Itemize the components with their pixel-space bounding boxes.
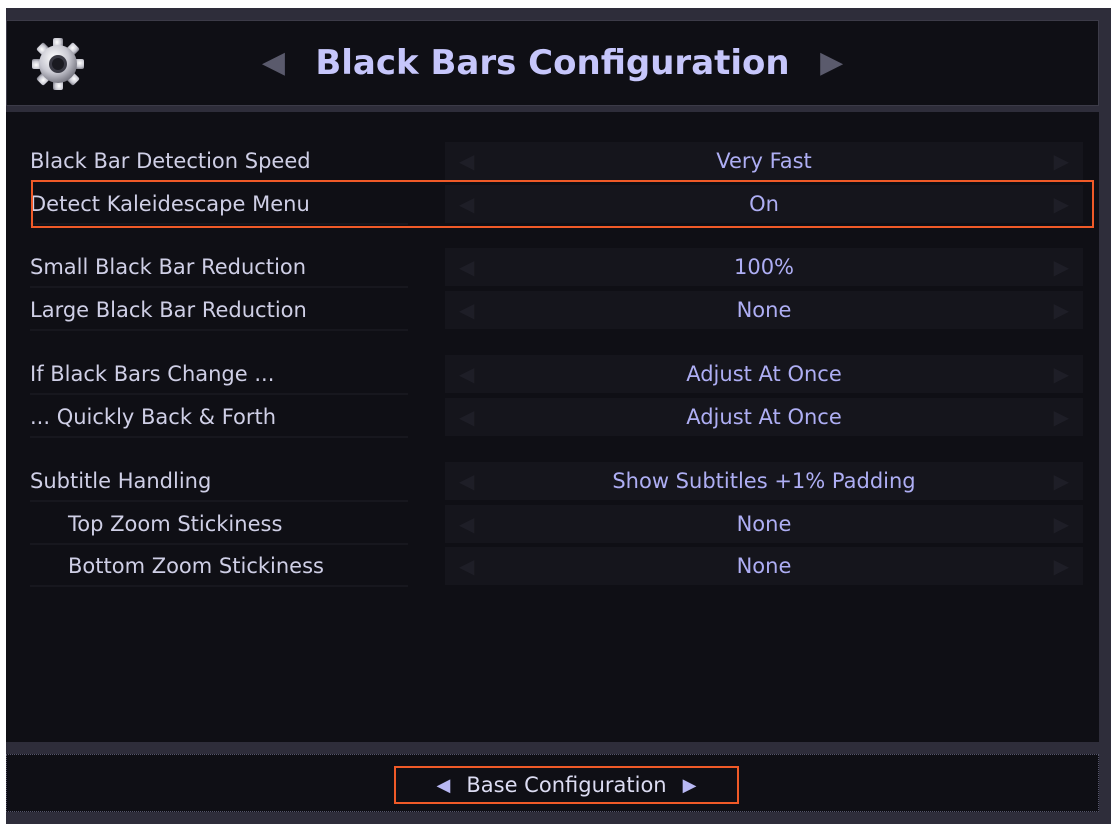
value-next-arrow-icon[interactable]: ▶ <box>1054 185 1069 223</box>
setting-label: Bottom Zoom Stickiness <box>30 547 408 587</box>
footer-prev-arrow-icon[interactable]: ◀ <box>437 775 451 796</box>
setting-label: Subtitle Handling <box>30 462 408 502</box>
title-row: ◀ Black Bars Configuration ▶ <box>7 21 1098 105</box>
setting-value-selector[interactable]: ◀ Show Subtitles +1% Padding ▶ <box>445 462 1083 500</box>
value-next-arrow-icon[interactable]: ▶ <box>1054 398 1069 436</box>
setting-value: 100% <box>733 255 795 279</box>
setting-row-subtitle-handling[interactable]: Subtitle Handling ◀ Show Subtitles +1% P… <box>6 462 1099 502</box>
setting-value-selector[interactable]: ◀ None ▶ <box>445 291 1083 329</box>
setting-row-detect-kaleidescape-menu[interactable]: Detect Kaleidescape Menu ◀ On ▶ <box>6 185 1099 225</box>
title-next-arrow-icon[interactable]: ▶ <box>812 48 852 78</box>
setting-value: Show Subtitles +1% Padding <box>612 469 916 493</box>
value-next-arrow-icon[interactable]: ▶ <box>1054 291 1069 329</box>
value-prev-arrow-icon[interactable]: ◀ <box>459 505 474 543</box>
title-prev-arrow-icon[interactable]: ◀ <box>253 48 293 78</box>
setting-value: On <box>749 192 779 216</box>
setting-label: Small Black Bar Reduction <box>30 248 408 288</box>
setting-label: Top Zoom Stickiness <box>30 505 408 545</box>
value-prev-arrow-icon[interactable]: ◀ <box>459 462 474 500</box>
setting-value: Adjust At Once <box>686 362 842 386</box>
value-next-arrow-icon[interactable]: ▶ <box>1054 505 1069 543</box>
header-bar: ◀ Black Bars Configuration ▶ <box>6 20 1099 106</box>
value-prev-arrow-icon[interactable]: ◀ <box>459 547 474 585</box>
value-next-arrow-icon[interactable]: ▶ <box>1054 355 1069 393</box>
setting-row-top-zoom-stickiness[interactable]: Top Zoom Stickiness ◀ None ▶ <box>6 505 1099 545</box>
setting-row-large-bar-reduction[interactable]: Large Black Bar Reduction ◀ None ▶ <box>6 291 1099 331</box>
value-next-arrow-icon[interactable]: ▶ <box>1054 248 1069 286</box>
setting-value-selector[interactable]: ◀ 100% ▶ <box>445 248 1083 286</box>
setting-row-bottom-zoom-stickiness[interactable]: Bottom Zoom Stickiness ◀ None ▶ <box>6 547 1099 587</box>
setting-value: None <box>736 554 792 578</box>
setting-label: ... Quickly Back & Forth <box>30 398 408 438</box>
setting-value-selector[interactable]: ◀ None ▶ <box>445 505 1083 543</box>
setting-label: Large Black Bar Reduction <box>30 291 408 331</box>
setting-row-quickly-back-forth[interactable]: ... Quickly Back & Forth ◀ Adjust At Onc… <box>6 398 1099 438</box>
setting-value: Very Fast <box>716 149 812 173</box>
setting-value: None <box>736 512 792 536</box>
setting-label: If Black Bars Change ... <box>30 355 408 395</box>
setting-label: Detect Kaleidescape Menu <box>30 185 408 225</box>
footer-label: Base Configuration <box>466 773 667 797</box>
value-prev-arrow-icon[interactable]: ◀ <box>459 398 474 436</box>
value-prev-arrow-icon[interactable]: ◀ <box>459 355 474 393</box>
value-next-arrow-icon[interactable]: ▶ <box>1054 547 1069 585</box>
value-prev-arrow-icon[interactable]: ◀ <box>459 142 474 180</box>
setting-value-selector[interactable]: ◀ Adjust At Once ▶ <box>445 398 1083 436</box>
setting-value-selector[interactable]: ◀ Very Fast ▶ <box>445 142 1083 180</box>
setting-row-small-bar-reduction[interactable]: Small Black Bar Reduction ◀ 100% ▶ <box>6 248 1099 288</box>
setting-row-detection-speed[interactable]: Black Bar Detection Speed ◀ Very Fast ▶ <box>6 142 1099 182</box>
value-prev-arrow-icon[interactable]: ◀ <box>459 185 474 223</box>
value-prev-arrow-icon[interactable]: ◀ <box>459 248 474 286</box>
value-next-arrow-icon[interactable]: ▶ <box>1054 462 1069 500</box>
setting-value-selector[interactable]: ◀ None ▶ <box>445 547 1083 585</box>
value-next-arrow-icon[interactable]: ▶ <box>1054 142 1069 180</box>
footer-next-arrow-icon[interactable]: ▶ <box>683 775 697 796</box>
page-title: Black Bars Configuration <box>315 43 790 83</box>
setting-value-selector[interactable]: ◀ On ▶ <box>445 185 1083 223</box>
setting-label: Black Bar Detection Speed <box>30 142 408 182</box>
setting-value: None <box>736 298 792 322</box>
setting-row-if-bars-change[interactable]: If Black Bars Change ... ◀ Adjust At Onc… <box>6 355 1099 395</box>
setting-value-selector[interactable]: ◀ Adjust At Once ▶ <box>445 355 1083 393</box>
setting-value: Adjust At Once <box>686 405 842 429</box>
base-configuration-button[interactable]: ◀ Base Configuration ▶ <box>394 766 739 804</box>
footer-bar: ◀ Base Configuration ▶ <box>6 754 1099 812</box>
value-prev-arrow-icon[interactable]: ◀ <box>459 291 474 329</box>
settings-panel: Black Bar Detection Speed ◀ Very Fast ▶ … <box>6 112 1099 742</box>
